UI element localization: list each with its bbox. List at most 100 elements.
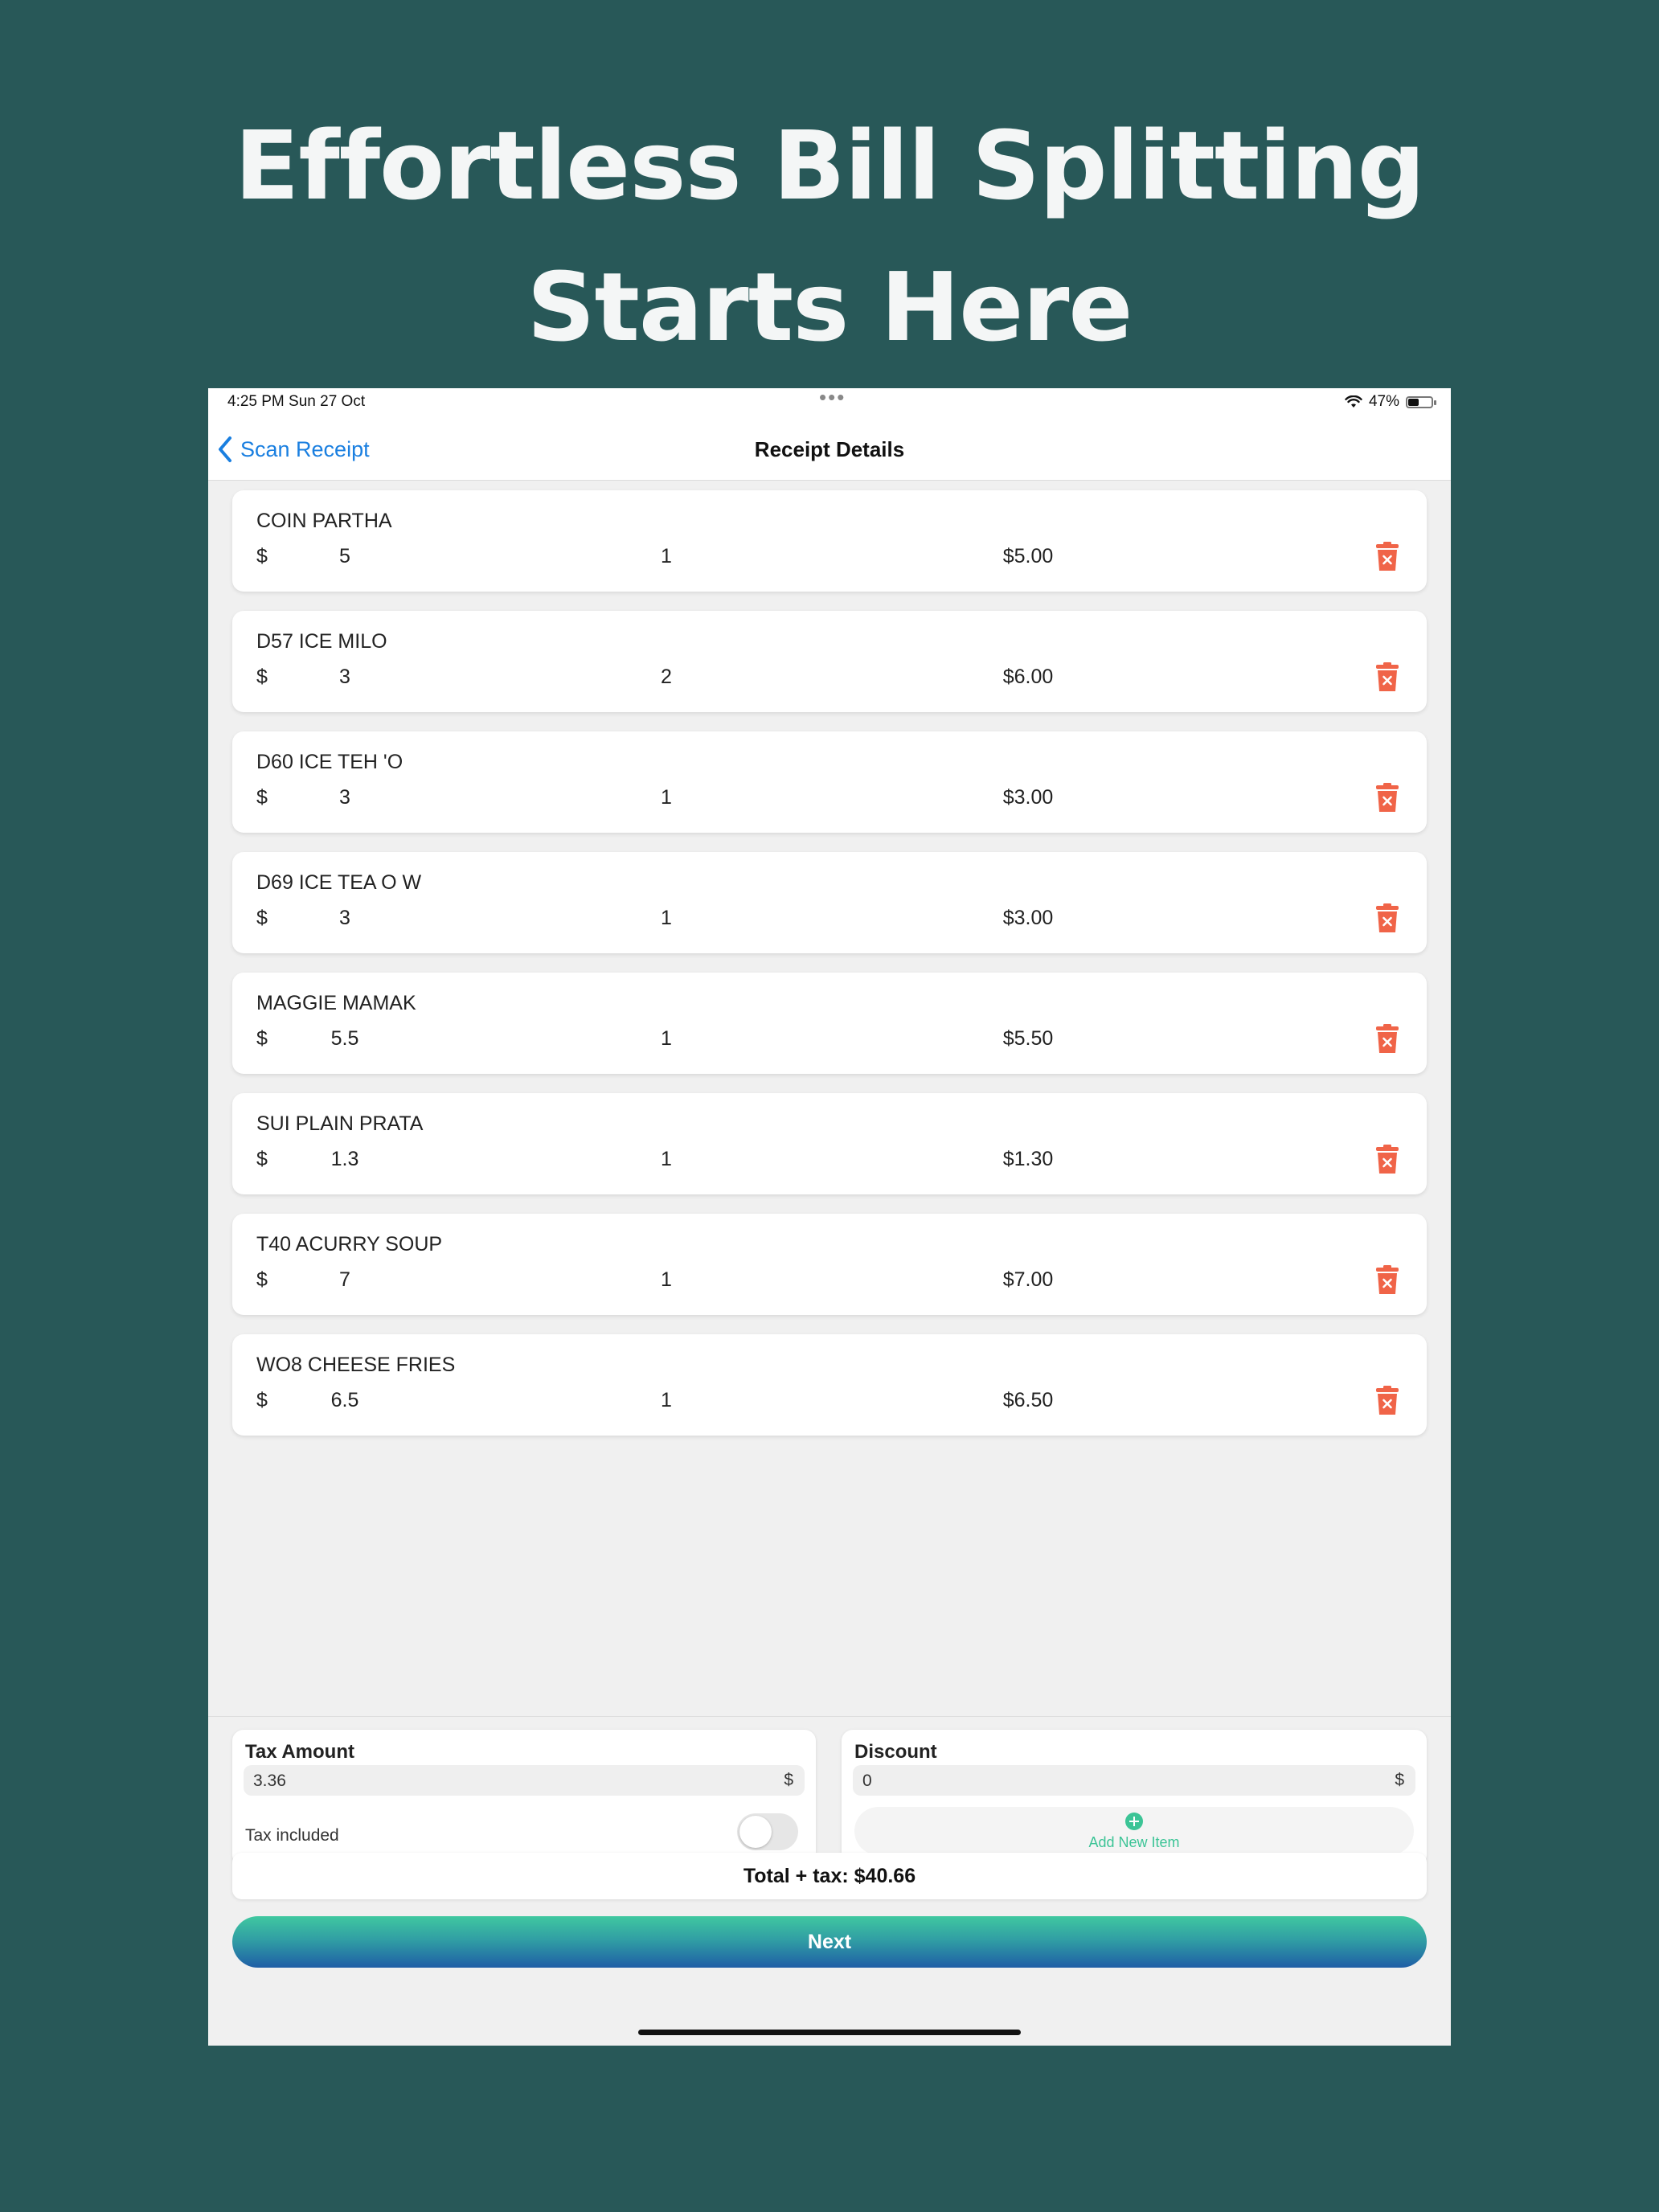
item-row: $5 1 $5.00 bbox=[232, 545, 1427, 574]
item-price-input[interactable]: 5.5 bbox=[313, 1027, 377, 1051]
discount-currency-suffix: $ bbox=[1395, 1771, 1404, 1789]
item-price-input[interactable]: 3 bbox=[313, 786, 377, 809]
item-name[interactable]: MAGGIE MAMAK bbox=[256, 992, 416, 1015]
item-quantity-input[interactable]: 2 bbox=[634, 666, 698, 689]
item-name[interactable]: T40 ACURRY SOUP bbox=[256, 1233, 442, 1256]
item-name[interactable]: WO8 CHEESE FRIES bbox=[256, 1354, 455, 1377]
add-new-item-label: Add New Item bbox=[1088, 1834, 1180, 1850]
next-button[interactable]: Next bbox=[232, 1916, 1427, 1968]
item-currency-symbol: $ bbox=[256, 666, 268, 688]
item-row: $1.3 1 $1.30 bbox=[232, 1148, 1427, 1177]
delete-trash-icon[interactable] bbox=[1374, 542, 1401, 572]
item-price-input[interactable]: 3 bbox=[313, 666, 377, 689]
receipt-item-card: D57 ICE MILO $3 2 $6.00 bbox=[232, 611, 1427, 712]
delete-trash-icon[interactable] bbox=[1374, 1265, 1401, 1296]
receipt-item-card: D60 ICE TEH 'O $3 1 $3.00 bbox=[232, 731, 1427, 833]
back-button[interactable]: Scan Receipt bbox=[216, 419, 370, 480]
tax-included-toggle[interactable] bbox=[737, 1813, 798, 1850]
device-screen: 4:25 PM Sun 27 Oct ••• 47% Scan Receipt … bbox=[208, 388, 1451, 2046]
delete-trash-icon[interactable] bbox=[1374, 662, 1401, 693]
item-quantity-input[interactable]: 1 bbox=[634, 545, 698, 568]
receipt-item-card: COIN PARTHA $5 1 $5.00 bbox=[232, 490, 1427, 592]
marketing-headline: Effortless Bill Splitting Starts Here bbox=[0, 95, 1659, 378]
tax-amount-label: Tax Amount bbox=[245, 1741, 354, 1763]
discount-value: 0 bbox=[862, 1772, 872, 1790]
item-total: $6.00 bbox=[1002, 666, 1054, 688]
item-name[interactable]: COIN PARTHA bbox=[256, 510, 392, 533]
multitasking-dots[interactable]: ••• bbox=[819, 388, 846, 410]
discount-input[interactable]: 0 $ bbox=[853, 1765, 1415, 1796]
item-total: $7.00 bbox=[1002, 1268, 1054, 1291]
status-bar: 4:25 PM Sun 27 Oct ••• 47% bbox=[208, 388, 1451, 419]
tax-currency-suffix: $ bbox=[784, 1771, 793, 1789]
headline-line-1: Effortless Bill Splitting bbox=[234, 110, 1425, 221]
add-new-item-button[interactable]: Add New Item bbox=[854, 1807, 1414, 1855]
item-quantity-input[interactable]: 1 bbox=[634, 786, 698, 809]
item-price-input[interactable]: 1.3 bbox=[313, 1148, 377, 1171]
receipt-item-card: T40 ACURRY SOUP $7 1 $7.00 bbox=[232, 1214, 1427, 1315]
delete-trash-icon[interactable] bbox=[1374, 903, 1401, 934]
item-quantity-input[interactable]: 1 bbox=[634, 1389, 698, 1412]
item-name[interactable]: SUI PLAIN PRATA bbox=[256, 1112, 423, 1136]
item-row: $3 2 $6.00 bbox=[232, 666, 1427, 694]
receipt-item-card: SUI PLAIN PRATA $1.3 1 $1.30 bbox=[232, 1093, 1427, 1194]
status-time: 4:25 PM Sun 27 Oct bbox=[227, 393, 366, 410]
chevron-left-icon bbox=[219, 436, 231, 462]
item-total: $5.50 bbox=[1002, 1027, 1054, 1050]
battery-fill bbox=[1408, 398, 1419, 406]
receipt-item-card: MAGGIE MAMAK $5.5 1 $5.50 bbox=[232, 973, 1427, 1074]
item-total: $1.30 bbox=[1002, 1148, 1054, 1170]
item-row: $3 1 $3.00 bbox=[232, 907, 1427, 936]
item-price-input[interactable]: 7 bbox=[313, 1268, 377, 1292]
delete-trash-icon[interactable] bbox=[1374, 1145, 1401, 1175]
headline-line-2: Starts Here bbox=[526, 252, 1133, 363]
item-name[interactable]: D69 ICE TEA O W bbox=[256, 871, 421, 895]
item-price-input[interactable]: 3 bbox=[313, 907, 377, 930]
toggle-knob bbox=[739, 1816, 772, 1848]
item-row: $6.5 1 $6.50 bbox=[232, 1389, 1427, 1418]
item-name[interactable]: D60 ICE TEH 'O bbox=[256, 751, 403, 774]
receipt-item-card: D69 ICE TEA O W $3 1 $3.00 bbox=[232, 852, 1427, 953]
item-total: $5.00 bbox=[1002, 545, 1054, 567]
page-title: Receipt Details bbox=[754, 437, 905, 461]
item-currency-symbol: $ bbox=[256, 1148, 268, 1170]
total-with-tax: Total + tax: $40.66 bbox=[232, 1853, 1427, 1899]
tax-amount-card: Tax Amount 3.36 $ Tax included bbox=[232, 1730, 816, 1866]
back-button-label: Scan Receipt bbox=[240, 436, 370, 461]
tax-amount-input[interactable]: 3.36 $ bbox=[244, 1765, 805, 1796]
item-currency-symbol: $ bbox=[256, 1389, 268, 1411]
navigation-bar: Scan Receipt Receipt Details bbox=[208, 419, 1451, 481]
plus-circle-icon bbox=[1125, 1813, 1143, 1830]
tax-amount-value: 3.36 bbox=[253, 1772, 286, 1790]
item-currency-symbol: $ bbox=[256, 786, 268, 809]
item-total: $6.50 bbox=[1002, 1389, 1054, 1411]
item-currency-symbol: $ bbox=[256, 545, 268, 567]
delete-trash-icon[interactable] bbox=[1374, 783, 1401, 813]
item-row: $7 1 $7.00 bbox=[232, 1268, 1427, 1297]
item-quantity-input[interactable]: 1 bbox=[634, 1268, 698, 1292]
wifi-icon bbox=[1345, 395, 1362, 408]
item-row: $3 1 $3.00 bbox=[232, 786, 1427, 815]
item-price-input[interactable]: 5 bbox=[313, 545, 377, 568]
item-currency-symbol: $ bbox=[256, 1027, 268, 1050]
receipt-item-card: WO8 CHEESE FRIES $6.5 1 $6.50 bbox=[232, 1334, 1427, 1436]
battery-percent: 47% bbox=[1368, 393, 1399, 410]
item-quantity-input[interactable]: 1 bbox=[634, 1148, 698, 1171]
item-row: $5.5 1 $5.50 bbox=[232, 1027, 1427, 1056]
delete-trash-icon[interactable] bbox=[1374, 1024, 1401, 1055]
item-currency-symbol: $ bbox=[256, 907, 268, 929]
item-quantity-input[interactable]: 1 bbox=[634, 907, 698, 930]
item-name[interactable]: D57 ICE MILO bbox=[256, 630, 387, 653]
item-total: $3.00 bbox=[1002, 907, 1054, 929]
item-currency-symbol: $ bbox=[256, 1268, 268, 1291]
discount-card: Discount 0 $ Add New Item bbox=[842, 1730, 1427, 1866]
item-quantity-input[interactable]: 1 bbox=[634, 1027, 698, 1051]
battery-icon bbox=[1406, 395, 1436, 408]
item-price-input[interactable]: 6.5 bbox=[313, 1389, 377, 1412]
item-total: $3.00 bbox=[1002, 786, 1054, 809]
delete-trash-icon[interactable] bbox=[1374, 1386, 1401, 1416]
home-indicator[interactable] bbox=[638, 2030, 1021, 2035]
tax-included-label: Tax included bbox=[245, 1826, 339, 1845]
discount-label: Discount bbox=[854, 1741, 937, 1763]
status-right: 47% bbox=[1345, 393, 1436, 411]
